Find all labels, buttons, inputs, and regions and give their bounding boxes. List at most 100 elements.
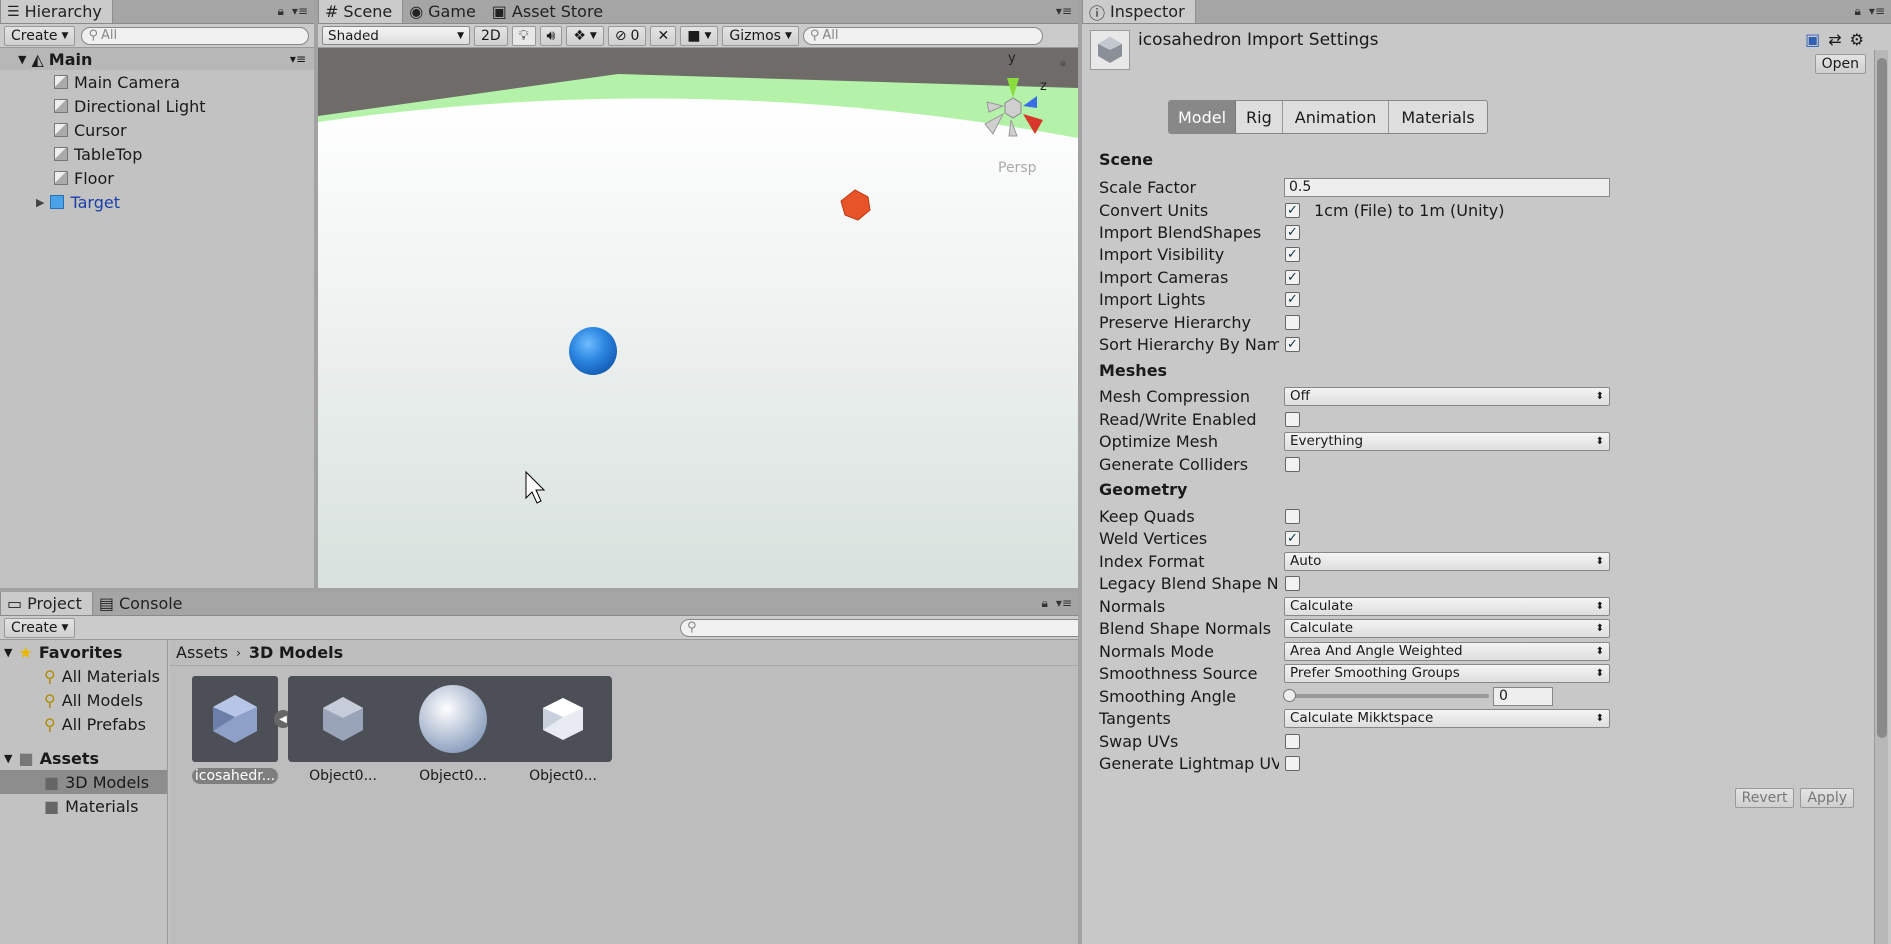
generate-lightmap-uvs-checkbox[interactable] [1285, 755, 1300, 771]
expand-arrow-icon[interactable]: ▼ [4, 752, 12, 765]
tab-materials[interactable]: Materials [1389, 101, 1487, 133]
favorite-all-prefabs[interactable]: ⚲ All Prefabs [0, 712, 167, 736]
tab-console[interactable]: ▤ Console [93, 592, 193, 615]
tree-item-directional-light[interactable]: Directional Light [54, 94, 314, 118]
inspector-scrollbar[interactable] [1874, 50, 1888, 944]
camera-dropdown[interactable]: ■ ▼ [680, 25, 719, 46]
tree-item-cursor[interactable]: Cursor [54, 118, 314, 142]
project-create-button[interactable]: Create ▼ [4, 617, 76, 638]
asset-object-3[interactable]: Object0... [520, 676, 606, 784]
create-button[interactable]: Create ▼ [4, 25, 76, 46]
favorites-header[interactable]: ▼ ★ Favorites [0, 640, 167, 664]
sort-hierarchy-checkbox[interactable]: ✓ [1285, 336, 1300, 352]
panel-menu-icon[interactable]: ▾≡ [1869, 4, 1885, 19]
import-blendshapes-checkbox[interactable]: ✓ [1285, 224, 1300, 240]
tree-item-floor[interactable]: Floor [54, 166, 314, 190]
scale-factor-input[interactable]: 0.5 [1284, 177, 1610, 197]
audio-toggle[interactable]: 🔊︎ [539, 25, 563, 46]
lock-icon[interactable]: 🔒︎ [1042, 596, 1048, 611]
tab-model[interactable]: Model [1169, 101, 1237, 133]
panel-menu-icon[interactable]: ▾≡ [1056, 4, 1072, 18]
tab-project[interactable]: ▭ Project [0, 592, 93, 615]
import-cameras-checkbox[interactable]: ✓ [1285, 269, 1300, 285]
project-toolbar: Create▼ ⚲ ⚙ 🏷︎ ★ ⊘9 [0, 616, 1078, 640]
keep-quads-checkbox[interactable] [1285, 508, 1300, 524]
console-icon: ▤ [98, 593, 114, 613]
smoothness-source-dropdown[interactable]: Prefer Smoothing Groups ⬍ [1284, 663, 1610, 683]
scene-menu-icon[interactable]: ▾≡ [290, 52, 306, 66]
expand-arrow-icon[interactable]: ▶ [36, 196, 44, 209]
folder-3d-models[interactable]: ■ 3D Models [0, 770, 167, 794]
tree-item-tabletop[interactable]: TableTop [54, 142, 314, 166]
2d-toggle[interactable]: 2D [474, 25, 508, 46]
scene-viewport[interactable]: y z Persp 🔒︎ [318, 48, 1078, 588]
hierarchy-search-input[interactable]: ⚲ All [81, 26, 310, 45]
blue-sphere[interactable] [569, 327, 617, 375]
optimize-mesh-dropdown[interactable]: Everything ⬍ [1284, 431, 1610, 451]
tab-scene[interactable]: # Scene [318, 0, 404, 23]
footer-buttons: Revert Apply [1734, 788, 1854, 808]
project-search-input[interactable]: ⚲ [680, 618, 1078, 637]
breadcrumb-3d-models[interactable]: 3D Models [249, 643, 343, 662]
tab-asset-store[interactable]: ▣ Asset Store [486, 0, 613, 23]
tree-item-target[interactable]: ▶ Target [36, 190, 314, 214]
tangents-dropdown[interactable]: Calculate Mikktspace ⬍ [1284, 708, 1610, 728]
assets-header[interactable]: ▼ ■ Assets [0, 746, 167, 770]
lock-icon[interactable]: 🔒︎ [1060, 56, 1066, 70]
help-icon[interactable]: ▣ [1805, 30, 1820, 49]
shading-mode-dropdown[interactable]: Shaded ▼ [322, 26, 470, 45]
expand-arrow-icon[interactable]: ▼ [18, 53, 26, 66]
index-format-dropdown[interactable]: Auto ⬍ [1284, 551, 1610, 571]
convert-units-checkbox[interactable]: ✓ [1285, 202, 1300, 218]
read-write-checkbox[interactable] [1285, 411, 1300, 427]
scene-header-row[interactable]: ▼ ◭ Main ▾≡ [0, 48, 314, 70]
asset-icosahedron[interactable]: icosahedr... [192, 676, 278, 784]
settings-gear-icon[interactable]: ⚙ [1850, 30, 1864, 49]
tab-inspector[interactable]: ⓘ Inspector [1082, 0, 1196, 23]
hidden-objects-toggle[interactable]: ⊘ 0 [607, 25, 647, 46]
persp-label[interactable]: Persp [998, 160, 1037, 176]
panel-menu-icon[interactable]: ▾≡ [1056, 596, 1072, 611]
preset-icon[interactable]: ⇄ [1828, 30, 1841, 49]
legacy-blend-shape-checkbox[interactable] [1285, 575, 1300, 591]
expand-arrow-icon[interactable]: ▼ [4, 646, 12, 659]
asset-object-1[interactable]: Object0... [300, 676, 386, 784]
smoothing-angle-slider[interactable] [1283, 689, 1489, 702]
scene-search-input[interactable]: ⚲ All [802, 26, 1043, 45]
import-lights-checkbox[interactable]: ✓ [1285, 291, 1300, 307]
swap-uvs-checkbox[interactable] [1285, 733, 1300, 749]
open-button[interactable]: Open [1814, 54, 1866, 74]
revert-button[interactable]: Revert [1734, 788, 1795, 808]
normals-dropdown[interactable]: Calculate ⬍ [1284, 596, 1610, 616]
effects-toggle[interactable]: ❖ ▼ [566, 25, 604, 46]
scene-render[interactable]: y z Persp [318, 48, 1078, 588]
scrollbar-thumb[interactable] [1877, 58, 1887, 738]
tab-hierarchy[interactable]: ☰ Hierarchy [0, 0, 113, 23]
tab-rig[interactable]: Rig [1236, 101, 1283, 133]
preserve-hierarchy-checkbox[interactable] [1285, 314, 1300, 330]
import-visibility-checkbox[interactable]: ✓ [1285, 246, 1300, 262]
favorite-all-models[interactable]: ⚲ All Models [0, 688, 167, 712]
blend-shape-normals-dropdown[interactable]: Calculate ⬍ [1284, 618, 1610, 638]
smoothing-angle-input[interactable]: 0 [1493, 686, 1553, 706]
tab-animation[interactable]: Animation [1282, 101, 1390, 133]
tab-game[interactable]: ◉ Game [403, 0, 486, 23]
slider-thumb[interactable] [1283, 689, 1296, 702]
tree-item-main-camera[interactable]: Main Camera [54, 70, 314, 94]
generate-colliders-checkbox[interactable] [1285, 456, 1300, 472]
lighting-toggle[interactable]: 💡︎ [511, 25, 536, 46]
mesh-compression-dropdown[interactable]: Off ⬍ [1284, 386, 1610, 406]
breadcrumb-assets[interactable]: Assets [176, 643, 228, 662]
asset-object-2[interactable]: Object0... [410, 676, 496, 784]
folder-materials[interactable]: ■ Materials [0, 794, 167, 818]
weld-vertices-checkbox[interactable]: ✓ [1285, 530, 1300, 546]
apply-button[interactable]: Apply [1800, 788, 1854, 808]
tools-toggle[interactable]: ✕ [650, 25, 677, 46]
panel-menu-icon[interactable]: ▾≡ [292, 4, 308, 19]
gizmos-dropdown[interactable]: Gizmos ▼ [722, 25, 799, 46]
speaker-icon: 🔊︎ [546, 27, 556, 44]
lock-icon[interactable]: 🔒︎ [1855, 4, 1861, 19]
favorite-all-materials[interactable]: ⚲ All Materials [0, 664, 167, 688]
normals-mode-dropdown[interactable]: Area And Angle Weighted ⬍ [1284, 641, 1610, 661]
lock-icon[interactable]: 🔒︎ [278, 4, 284, 19]
